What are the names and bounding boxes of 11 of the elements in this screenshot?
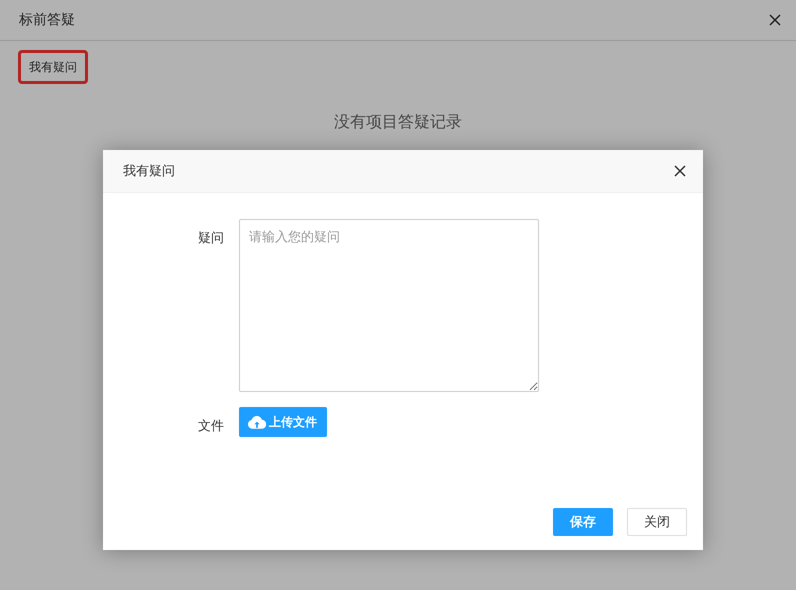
ask-button[interactable]: 我有疑问 (20, 52, 86, 82)
empty-message: 没有项目答疑记录 (333, 112, 463, 133)
close-icon[interactable] (769, 14, 781, 26)
question-field[interactable]: 请输入您的疑问 (239, 219, 539, 392)
dialog-title: 我有疑问 (123, 163, 175, 180)
close-icon[interactable] (674, 165, 686, 177)
cloud-upload-icon (248, 416, 266, 428)
field-label: 文件 (197, 418, 225, 435)
close-button[interactable]: 关闭 (627, 508, 687, 536)
field-label: 疑问 (197, 230, 225, 247)
window-title: 标前答疑 (19, 11, 75, 29)
